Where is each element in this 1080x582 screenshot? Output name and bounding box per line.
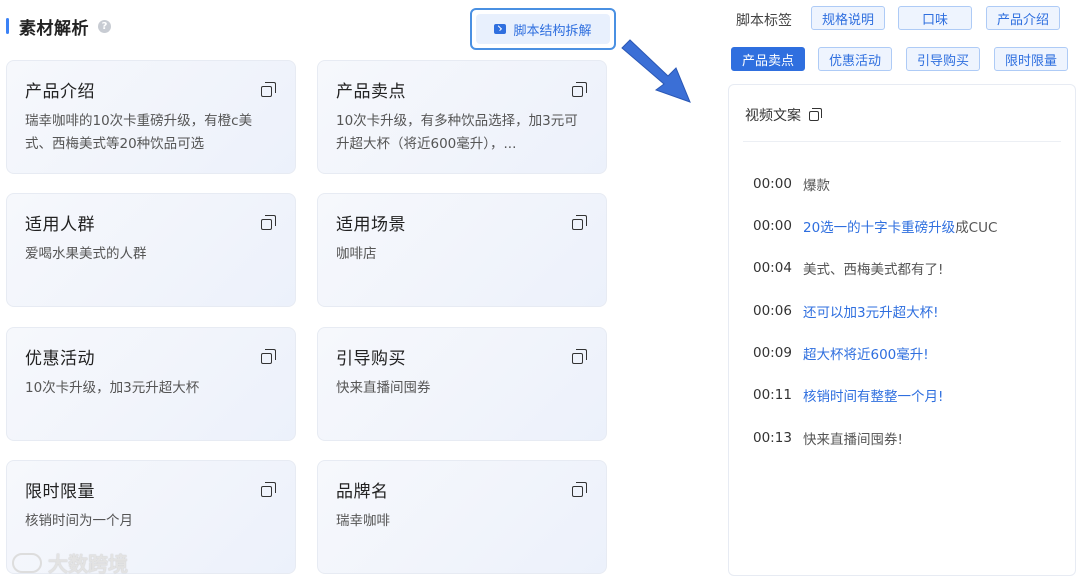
deconstruct-button[interactable]: 脚本结构拆解 (476, 14, 610, 44)
line-text: 快来直播间囤券! (803, 432, 903, 448)
tag-purchase-guide[interactable]: 引导购买 (906, 47, 980, 71)
timestamp: 00:13 (753, 430, 792, 446)
transcript-line: 00:11 核销时间有整整一个月! (753, 385, 943, 405)
card-title: 引导购买 (336, 349, 406, 369)
deconstruct-button-label: 脚本结构拆解 (513, 23, 592, 39)
transcript-line: 00:13 快来直播间囤券! (753, 428, 903, 448)
transcript-line: 00:06 还可以加3元升超大杯! (753, 301, 939, 321)
video-copy-header: 视频文案 (745, 105, 823, 125)
copy-icon[interactable] (572, 82, 588, 98)
card-body: 爱喝水果美式的人群 (25, 246, 147, 262)
card-brand-name: 品牌名 瑞幸咖啡 (317, 460, 607, 574)
copy-icon[interactable] (261, 82, 277, 98)
copy-icon[interactable] (572, 482, 588, 498)
card-target-audience: 适用人群 爱喝水果美式的人群 (6, 193, 296, 307)
card-body: 咖啡店 (336, 246, 377, 262)
section-title: 素材解析 (19, 18, 89, 39)
help-icon[interactable]: ? (98, 19, 111, 33)
divider (743, 141, 1061, 142)
terminal-icon (494, 24, 507, 34)
copy-icon[interactable] (261, 215, 277, 231)
card-body: 快来直播间囤券 (336, 380, 431, 396)
card-body: 10次卡升级，加3元升超大杯 (25, 380, 200, 396)
line-text: 成CUC (955, 220, 998, 236)
video-copy-title: 视频文案 (745, 108, 801, 124)
card-body: 瑞幸咖啡 (336, 513, 390, 529)
highlighted-text: 20选一的十字卡重磅升级 (803, 220, 956, 236)
timestamp: 00:06 (753, 303, 792, 319)
watermark-text: 大数跨境 (48, 552, 128, 576)
card-title: 产品卖点 (336, 82, 406, 102)
tag-limited[interactable]: 限时限量 (994, 47, 1068, 71)
highlighted-text: 核销时间有整整一个月! (803, 389, 944, 405)
timestamp: 00:00 (753, 176, 792, 192)
timestamp: 00:09 (753, 345, 792, 361)
tag-promotion[interactable]: 优惠活动 (818, 47, 892, 71)
card-title: 适用场景 (336, 215, 406, 235)
copy-icon[interactable] (572, 349, 588, 365)
card-purchase-guide: 引导购买 快来直播间囤券 (317, 327, 607, 441)
copy-icon[interactable] (261, 349, 277, 365)
copy-icon[interactable] (572, 215, 588, 231)
card-body: 瑞幸咖啡的10次卡重磅升级，有橙c美式、西梅美式等20种饮品可选 (25, 113, 253, 152)
highlighted-text: 还可以加3元升超大杯! (803, 305, 939, 321)
card-title: 适用人群 (25, 215, 95, 235)
tag-product-intro[interactable]: 产品介绍 (986, 6, 1060, 30)
highlighted-text: 超大杯将近600毫升! (803, 347, 929, 363)
watermark-logo-icon (12, 552, 42, 573)
timestamp: 00:04 (753, 260, 792, 276)
card-title: 优惠活动 (25, 349, 95, 369)
tag-flavor[interactable]: 口味 (898, 6, 972, 30)
card-title: 限时限量 (25, 482, 95, 502)
copy-icon[interactable] (261, 482, 277, 498)
watermark: 大数跨境 (12, 548, 128, 577)
tag-spec[interactable]: 规格说明 (811, 6, 885, 30)
transcript-line: 00:00 20选一的十字卡重磅升级 成CUC (753, 216, 997, 236)
accent-bar (6, 18, 9, 34)
card-title: 品牌名 (336, 482, 389, 502)
card-selling-points: 产品卖点 10次卡升级，有多种饮品选择，加3元可升超大杯（将近600毫升），..… (317, 60, 607, 174)
tag-selling-points[interactable]: 产品卖点 (731, 47, 805, 71)
transcript-line: 00:09 超大杯将近600毫升! (753, 343, 929, 363)
card-product-intro: 产品介绍 瑞幸咖啡的10次卡重磅升级，有橙c美式、西梅美式等20种饮品可选 (6, 60, 296, 174)
transcript-line: 00:04 美式、西梅美式都有了! (753, 258, 943, 278)
arrow-icon (621, 39, 691, 103)
line-text: 爆款 (803, 178, 830, 194)
card-body: 10次卡升级，有多种饮品选择，加3元可升超大杯（将近600毫升），... (336, 113, 578, 152)
script-tags-label: 脚本标签 (736, 13, 792, 29)
card-title: 产品介绍 (25, 82, 95, 102)
timestamp: 00:00 (753, 218, 792, 234)
card-use-scenario: 适用场景 咖啡店 (317, 193, 607, 307)
copy-icon[interactable] (809, 108, 823, 122)
line-text: 美式、西梅美式都有了! (803, 262, 944, 278)
section-header: 素材解析 ? (6, 14, 111, 39)
timestamp: 00:11 (753, 387, 792, 403)
card-promotion: 优惠活动 10次卡升级，加3元升超大杯 (6, 327, 296, 441)
video-copy-panel: 视频文案 00:00 爆款 00:00 20选一的十字卡重磅升级 成CUC 00… (728, 84, 1076, 576)
transcript-line: 00:00 爆款 (753, 174, 830, 194)
deconstruct-button-highlight: 脚本结构拆解 (470, 8, 616, 50)
